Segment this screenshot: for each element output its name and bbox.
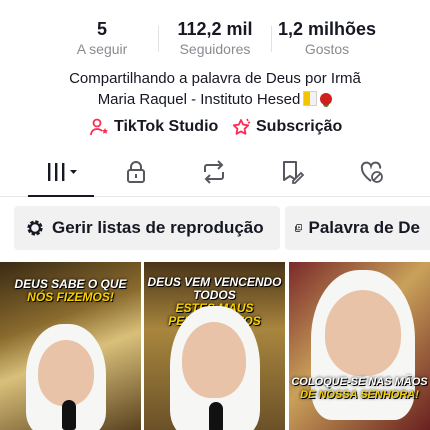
playlist-icon: [295, 224, 303, 232]
subscription-star-icon: [232, 118, 251, 135]
following-count: 5: [96, 19, 107, 39]
following-stat[interactable]: 5 A seguir: [62, 18, 142, 58]
video-caption: COLOQUE-SE NAS MÃOS DE NOSSA SENHORA!: [289, 376, 430, 402]
caption-yellow: NÓS FIZEMOS!: [27, 290, 114, 304]
followers-stat[interactable]: 112,2 mil Seguidores: [165, 18, 265, 58]
caption-white: COLOQUE-SE NAS MÃOS: [291, 376, 428, 388]
followers-count: 112,2 mil: [177, 19, 253, 39]
playlist-chip[interactable]: Palavra de De: [285, 206, 430, 250]
lock-icon: [127, 161, 145, 183]
playlist-chips: Gerir listas de reprodução Palavra de De: [0, 206, 430, 250]
video-caption: DEUS SABE O QUE NÓS FIZEMOS!: [0, 278, 141, 304]
profile-stats: 5 A seguir 112,2 mil Seguidores 1,2 milh…: [0, 18, 430, 60]
favorites-bookmark-icon: [283, 161, 305, 184]
tab-liked[interactable]: [352, 156, 392, 188]
video-thumbnail[interactable]: DEUS VEM VENCENDO TODOS ESTES MAUS PENSA…: [144, 262, 285, 430]
tiktok-studio-label: TikTok Studio: [114, 118, 219, 135]
repost-icon: [204, 160, 224, 184]
likes-stat[interactable]: 1,2 milhões Gostos: [272, 18, 382, 58]
profile-links: TikTok Studio Subscrição: [0, 118, 430, 138]
rose-icon: [320, 93, 333, 105]
tab-videos[interactable]: [28, 156, 94, 197]
bio-line-2-wrap: Maria Raquel - Instituto Hesed: [0, 89, 430, 110]
followers-label: Seguidores: [179, 41, 251, 57]
tab-reposts[interactable]: [194, 156, 234, 188]
nun-face-image: [325, 290, 401, 376]
subscription-link[interactable]: Subscrição: [232, 118, 342, 136]
manage-playlists-label: Gerir listas de reprodução: [52, 218, 264, 237]
profile-tabs: [0, 150, 430, 197]
caption-yellow: DE NOSSA SENHORA!: [300, 389, 419, 401]
caption-white: DEUS VEM VENCENDO TODOS: [147, 275, 282, 302]
manage-playlists-button[interactable]: Gerir listas de reprodução: [14, 206, 280, 250]
video-grid: DEUS SABE O QUE NÓS FIZEMOS! DEUS VEM VE…: [0, 262, 430, 430]
bio-line-1: Compartilhando a palavra de Deus por Irm…: [69, 70, 361, 87]
nun-face-image: [38, 340, 94, 406]
microphone-image: [62, 400, 76, 430]
playlist-chip-label: Palavra de De: [308, 218, 420, 237]
user-star-icon: [90, 118, 108, 136]
gear-icon: [27, 220, 43, 236]
tab-private[interactable]: [116, 156, 156, 188]
nun-face-image: [182, 322, 246, 398]
profile-bio: Compartilhando a palavra de Deus por Irm…: [0, 68, 430, 110]
liked-heart-icon: [360, 161, 383, 183]
subscription-label: Subscrição: [256, 118, 343, 135]
bio-line-2: Maria Raquel - Instituto Hesed: [97, 91, 301, 108]
stat-divider: [158, 26, 159, 52]
videos-grid-icon: [48, 163, 77, 181]
likes-count: 1,2 milhões: [277, 19, 377, 39]
tab-favorites[interactable]: [272, 156, 312, 188]
following-label: A seguir: [76, 41, 128, 57]
microphone-image: [209, 402, 223, 430]
likes-label: Gostos: [304, 41, 350, 57]
video-thumbnail[interactable]: COLOQUE-SE NAS MÃOS DE NOSSA SENHORA!: [289, 262, 430, 430]
tiktok-studio-link[interactable]: TikTok Studio: [90, 118, 218, 136]
vatican-flag-icon: [303, 91, 318, 106]
video-thumbnail[interactable]: DEUS SABE O QUE NÓS FIZEMOS!: [0, 262, 141, 430]
